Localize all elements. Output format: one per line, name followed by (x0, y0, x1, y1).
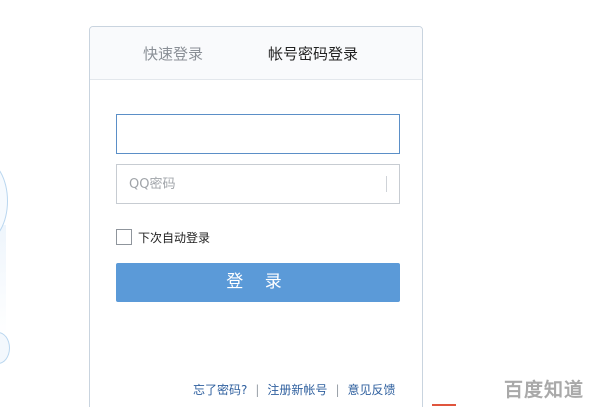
footer-links: 忘了密码? | 注册新帐号 | 意见反馈 (193, 382, 396, 398)
register-link[interactable]: 注册新帐号 (267, 383, 327, 397)
tab-quick-login[interactable]: 快速登录 (143, 44, 203, 64)
password-input[interactable] (116, 164, 400, 204)
login-tabs: 快速登录 帐号密码登录 (90, 27, 422, 80)
baidu-zhidao-watermark: 百度知道 (504, 379, 585, 401)
tab-account-login[interactable]: 帐号密码登录 (268, 44, 358, 64)
account-input[interactable] (116, 114, 400, 154)
login-panel: 快速登录 帐号密码登录 下次自动登录 登 录 忘了密码? | 注册新帐号 | 意见反馈 (89, 26, 423, 407)
remember-login-row: 下次自动登录 (116, 228, 210, 246)
auto-login-checkbox[interactable] (116, 229, 132, 245)
background-decoration (0, 225, 6, 335)
auto-login-label[interactable]: 下次自动登录 (138, 229, 210, 246)
link-separator: | (255, 383, 260, 397)
login-screen: 快速登录 帐号密码登录 下次自动登录 登 录 忘了密码? | 注册新帐号 | 意见反馈 … (0, 0, 594, 407)
forgot-password-link[interactable]: 忘了密码? (193, 383, 247, 397)
password-field-cursor (386, 176, 387, 192)
link-separator: | (335, 383, 340, 397)
red-underline-decoration (432, 404, 456, 406)
feedback-link[interactable]: 意见反馈 (347, 383, 395, 397)
login-button[interactable]: 登 录 (116, 263, 400, 302)
background-bubble (0, 332, 10, 364)
